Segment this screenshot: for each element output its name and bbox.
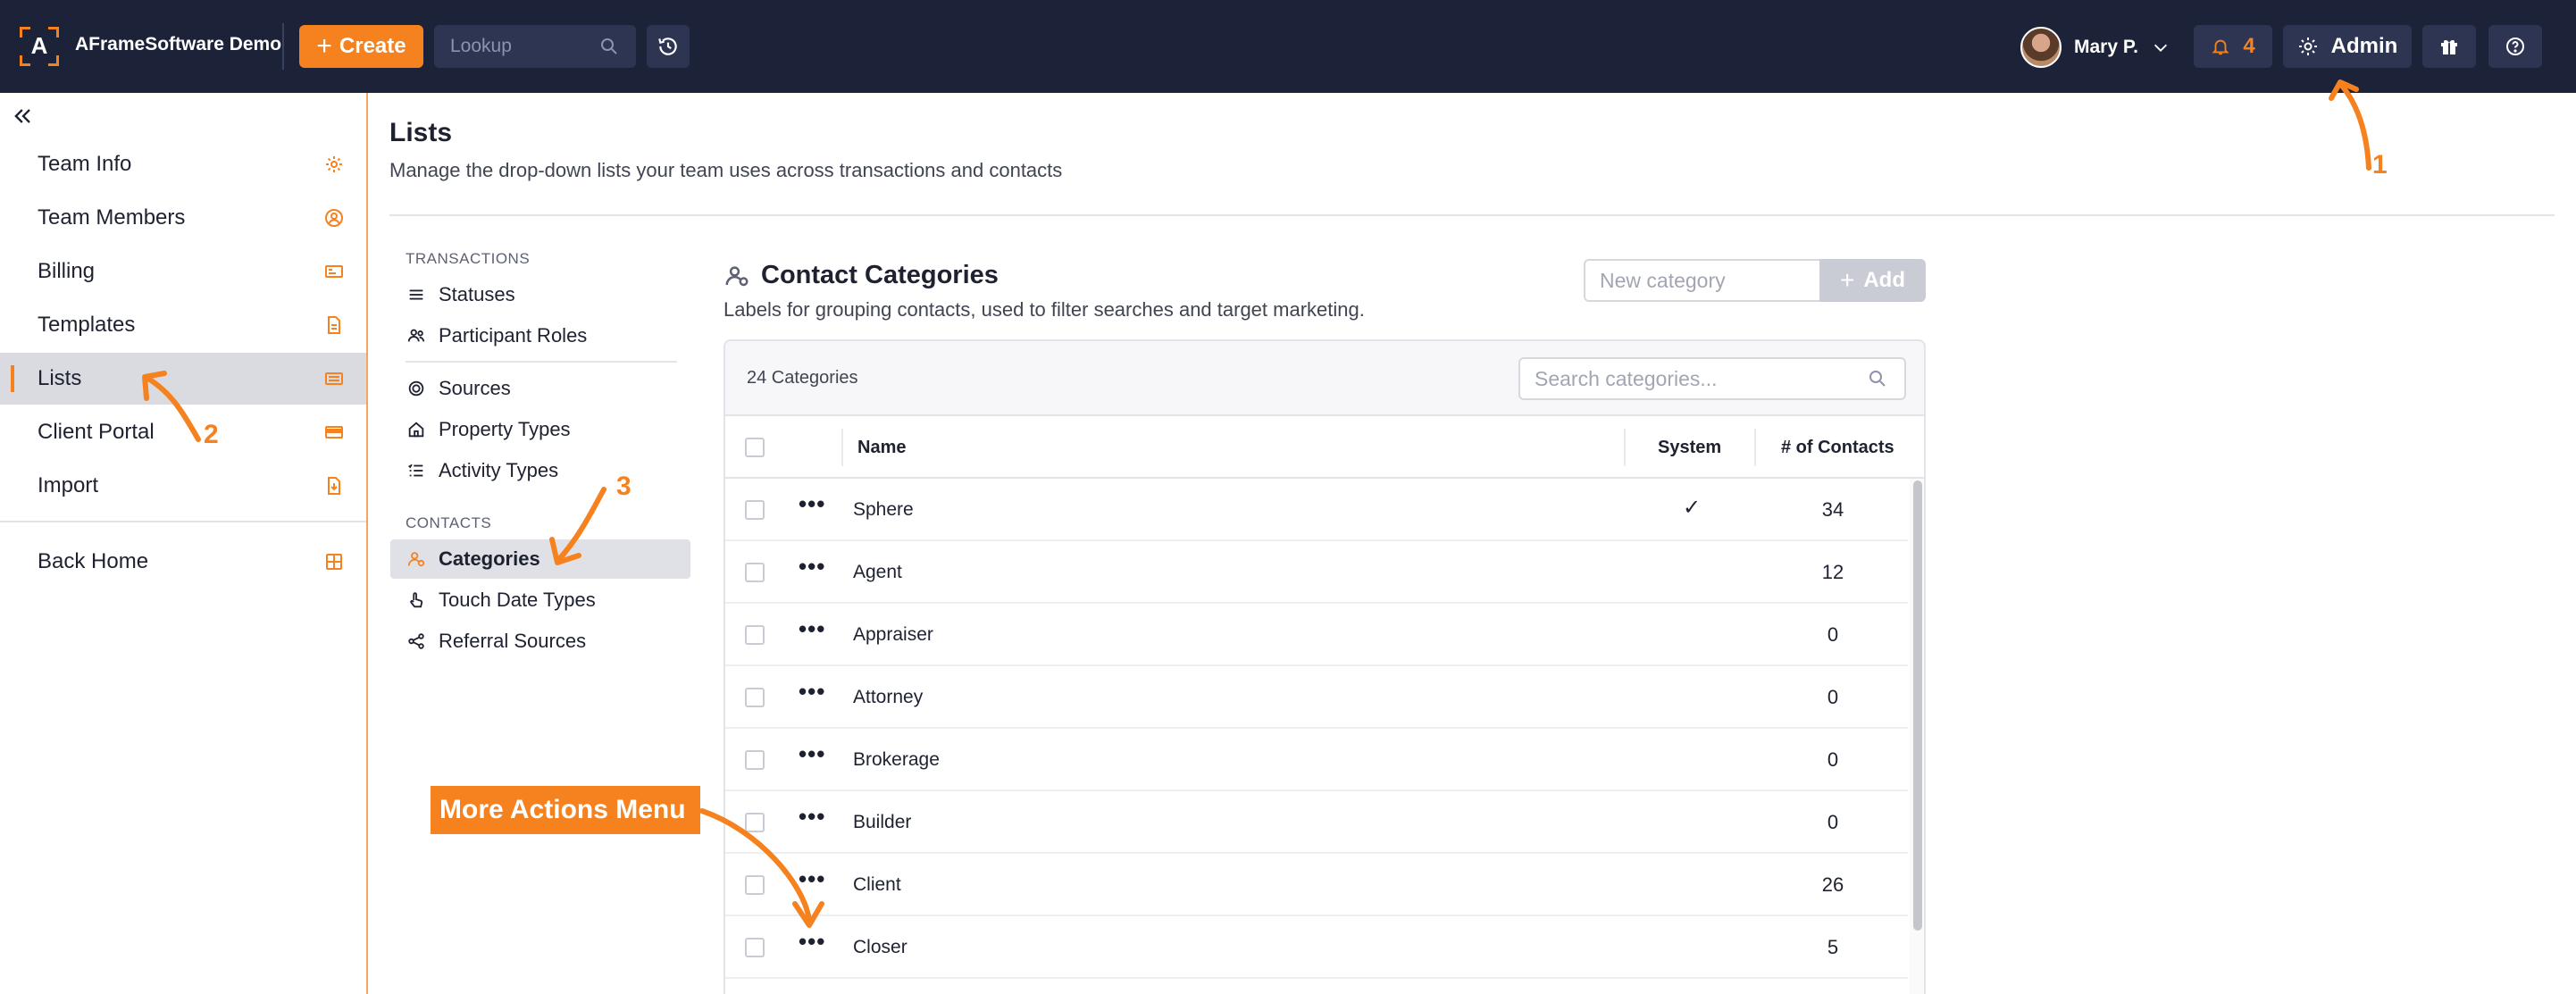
annotation-callout: More Actions Menu (431, 786, 700, 834)
annotation-marker-1: 1 (2372, 150, 2388, 180)
annotation-marker-3: 3 (616, 472, 631, 501)
annotation-arrows (142, 79, 2371, 928)
annotation-marker-2: 2 (204, 420, 219, 449)
